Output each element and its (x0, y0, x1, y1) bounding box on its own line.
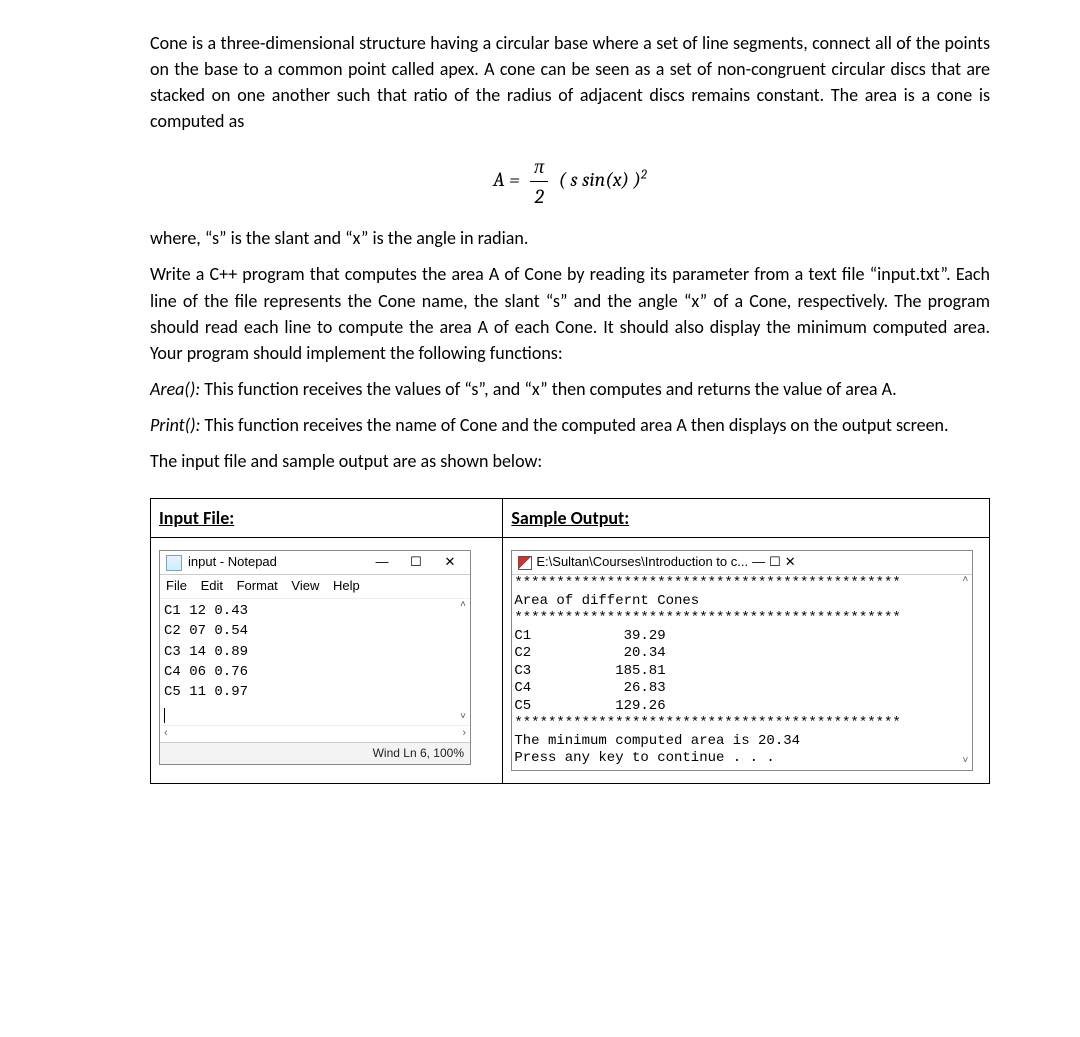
print-fn-paragraph: Print(): This function receives the name… (150, 412, 990, 438)
sample-output-cell: E:\Sultan\Courses\Introduction to c... —… (503, 538, 990, 783)
maximize-button[interactable]: ☐ (769, 553, 781, 572)
close-button[interactable]: ✕ (436, 553, 464, 572)
below-paragraph: The input file and sample output are as … (150, 448, 990, 474)
sep-line: ****************************************… (514, 610, 900, 626)
formula-x: x (613, 169, 622, 192)
hscroll[interactable]: ‹› (160, 725, 470, 742)
row-val: 26.83 (624, 680, 666, 696)
console-title: E:\Sultan\Courses\Introduction to c... (536, 553, 748, 572)
notepad-text-area[interactable]: C1 12 0.43 C2 07 0.54 C3 14 0.89 C4 06 0… (160, 599, 470, 725)
row-name: C3 (514, 663, 531, 679)
press-line: Press any key to continue . . . (514, 750, 774, 766)
menu-edit[interactable]: Edit (201, 578, 223, 593)
scroll-up-button[interactable]: ˄ (958, 575, 972, 589)
row-val: 185.81 (615, 663, 665, 679)
row-val: 20.34 (624, 645, 666, 661)
input-file-cell: input - Notepad — ☐ ✕ File Edit Format V… (151, 538, 503, 783)
scroll-down-button[interactable]: ˅ (456, 711, 470, 725)
input-file-header: Input File: (151, 499, 503, 538)
header-line: Area of differnt Cones (514, 593, 699, 609)
notepad-title: input - Notepad (188, 553, 362, 572)
area-fn-paragraph: Area(): This function receives the value… (150, 376, 990, 402)
print-fn-desc: This function receives the name of Cone … (200, 414, 948, 436)
text-line: C3 14 0.89 (164, 644, 248, 660)
notepad-icon (166, 555, 182, 571)
console-output: ****************************************… (512, 575, 972, 770)
sample-table: Input File: Sample Output: input - Notep… (150, 498, 990, 783)
formula-exp: 2 (641, 168, 647, 183)
notepad-window: input - Notepad — ☐ ✕ File Edit Format V… (159, 550, 471, 765)
scroll-down-button[interactable]: ˅ (958, 756, 972, 770)
text-line: C5 11 0.97 (164, 684, 248, 700)
scroll-up-button[interactable]: ˄ (456, 599, 470, 613)
area-fn-name: Area(): (150, 378, 200, 400)
notepad-statusbar: Wind Ln 6, 100% (160, 742, 470, 764)
formula-rhs-open: ( s sin( (559, 169, 613, 192)
min-line: The minimum computed area is 20.34 (514, 733, 800, 749)
menu-view[interactable]: View (291, 578, 319, 593)
fraction-numerator: π (530, 152, 548, 182)
menu-file[interactable]: File (166, 578, 187, 593)
text-line: C2 07 0.54 (164, 623, 248, 639)
menu-help[interactable]: Help (333, 578, 360, 593)
scroll-right-button[interactable]: › (462, 726, 466, 742)
minimize-button[interactable]: — (752, 553, 765, 572)
print-fn-name: Print(): (150, 414, 200, 436)
notepad-titlebar[interactable]: input - Notepad — ☐ ✕ (160, 551, 470, 575)
close-button[interactable]: ✕ (785, 553, 796, 572)
notepad-menubar: File Edit Format View Help (160, 575, 470, 599)
sep-line: ****************************************… (514, 575, 900, 591)
maximize-button[interactable]: ☐ (402, 553, 430, 572)
row-val: 39.29 (624, 628, 666, 644)
console-icon (518, 556, 532, 570)
where-paragraph: where, “s” is the slant and “x” is the a… (150, 225, 990, 251)
console-window: E:\Sultan\Courses\Introduction to c... —… (511, 550, 973, 770)
formula-lhs: A = (493, 169, 520, 192)
row-val: 129.26 (615, 698, 665, 714)
sep-line: ****************************************… (514, 715, 900, 731)
intro-paragraph: Cone is a three-dimensional structure ha… (150, 30, 990, 134)
formula: A = π 2 ( s sin(x) )2 (150, 152, 990, 211)
minimize-button[interactable]: — (368, 553, 396, 572)
caret-icon (164, 708, 165, 723)
menu-format[interactable]: Format (237, 578, 278, 593)
area-fn-desc: This function receives the values of “s”… (200, 378, 897, 400)
row-name: C2 (514, 645, 531, 661)
row-name: C1 (514, 628, 531, 644)
fraction-denominator: 2 (530, 182, 548, 211)
formula-fraction: π 2 (530, 152, 548, 211)
formula-rhs-close: ) ) (622, 169, 641, 192)
text-line: C4 06 0.76 (164, 664, 248, 680)
row-name: C4 (514, 680, 531, 696)
task-paragraph: Write a C++ program that computes the ar… (150, 261, 990, 365)
sample-output-header: Sample Output: (503, 499, 990, 538)
text-line: C1 12 0.43 (164, 603, 248, 619)
row-name: C5 (514, 698, 531, 714)
console-titlebar[interactable]: E:\Sultan\Courses\Introduction to c... —… (512, 551, 972, 575)
scroll-left-button[interactable]: ‹ (164, 726, 168, 742)
